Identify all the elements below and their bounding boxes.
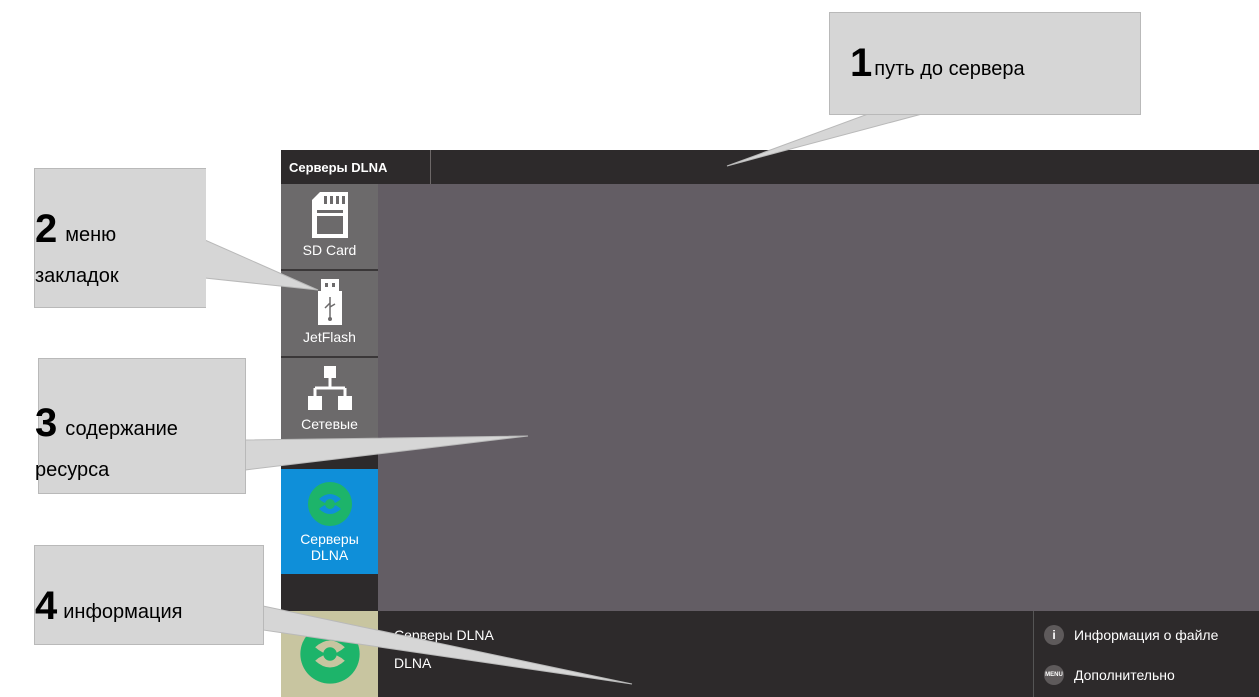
callout-number: 1 bbox=[850, 41, 873, 85]
callout-text-2: закладок bbox=[35, 265, 119, 287]
callout-number: 2 bbox=[35, 207, 58, 251]
callout-resource-content: 3 содержание ресурса bbox=[35, 358, 246, 494]
callout-number: 4 bbox=[35, 584, 58, 628]
callout-text-2: ресурса bbox=[35, 459, 110, 481]
callout-text: меню bbox=[65, 224, 117, 246]
callout-bookmarks-menu: 2 меню закладок bbox=[34, 168, 206, 308]
callout-text: путь до сервера bbox=[874, 58, 1025, 80]
callout-text: информация bbox=[63, 601, 183, 623]
callout-number: 3 bbox=[35, 401, 58, 445]
callout-path-to-server: 1 путь до сервера bbox=[829, 12, 1141, 115]
callout-text: содержание bbox=[65, 418, 178, 440]
callout-information: 4 информация bbox=[34, 545, 264, 645]
